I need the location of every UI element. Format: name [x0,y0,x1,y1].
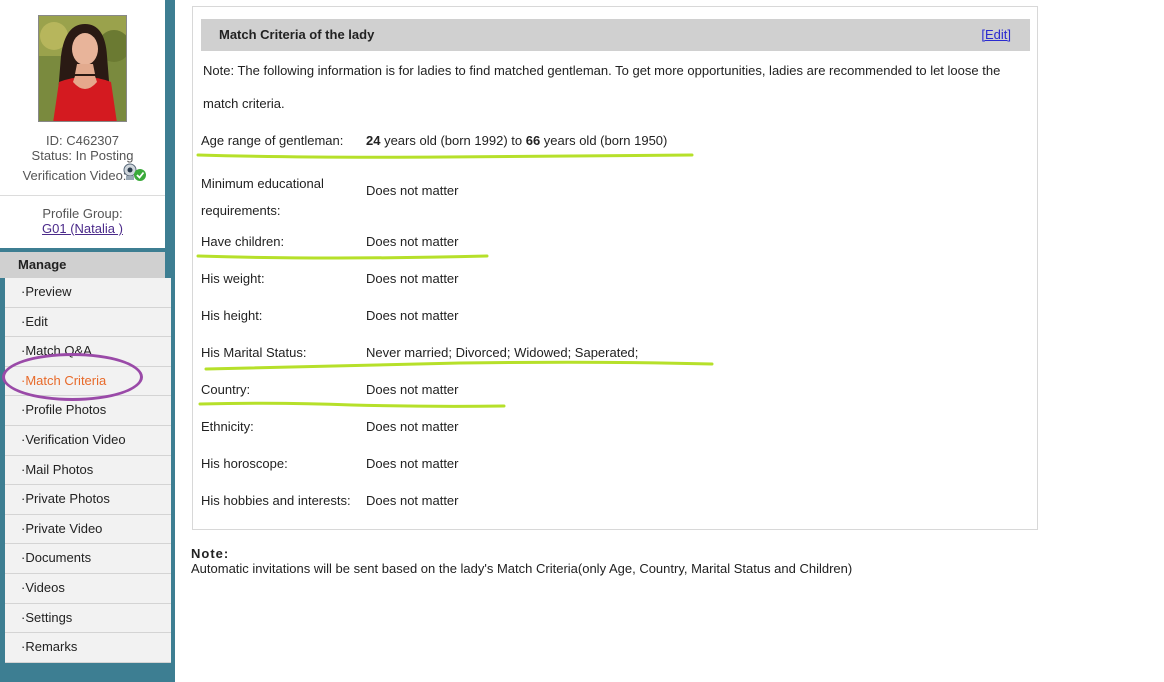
match-criteria-panel: Match Criteria of the lady [Edit] Note: … [192,6,1038,530]
edit-link[interactable]: [Edit] [981,19,1011,51]
profile-id: ID: C462307 [46,133,119,148]
children-value: Does not matter [366,234,459,249]
height-value: Does not matter [366,308,459,323]
verified-webcam-icon[interactable] [122,163,148,183]
marital-status-label: His Marital Status: [201,345,307,360]
menu-item-verification-video[interactable]: ·Verification Video [5,425,171,456]
manage-header: Manage [0,252,165,278]
menu-item-match-criteria[interactable]: ·Match Criteria [5,366,171,397]
profile-photo[interactable] [38,15,127,122]
horoscope-label: His horoscope: [201,456,288,471]
menu-item-documents[interactable]: ·Documents [5,544,171,574]
footer-note-title: Note: [191,546,230,561]
horoscope-value: Does not matter [366,456,459,471]
weight-label: His weight: [201,271,265,286]
profile-group-link[interactable]: G01 (Natalia ) [0,221,165,237]
weight-value: Does not matter [366,271,459,286]
country-value: Does not matter [366,382,459,397]
children-label: Have children: [201,234,285,249]
profile-group-label: Profile Group: [42,206,123,221]
menu-item-private-photos[interactable]: ·Private Photos [5,485,171,515]
min-age-text: years old (born 1992) to [380,133,526,148]
panel-title: Match Criteria of the lady [219,27,375,42]
age-range-value: 24 years old (born 1992) to 66 years old… [366,133,667,148]
max-age-text: years old (born 1950) [540,133,668,148]
ethnicity-value: Does not matter [366,419,459,434]
manage-menu: ·Preview ·Edit ·Match Q&A ·Match Criteri… [5,278,171,663]
height-label: His height: [201,308,263,323]
menu-item-mail-photos[interactable]: ·Mail Photos [5,455,171,486]
footer-note-text: Automatic invitations will be sent based… [191,561,853,576]
profile-status: Status: In Posting [31,148,134,163]
country-label: Country: [201,382,251,397]
profile-panel: ID: C462307 Status: In Posting Verificat… [0,0,165,248]
menu-item-match-qa[interactable]: ·Match Q&A [5,337,171,367]
menu-item-preview[interactable]: ·Preview [5,278,171,308]
criteria-note: Note: The following information is for l… [203,63,1001,111]
menu-item-profile-photos[interactable]: ·Profile Photos [5,396,171,426]
menu-item-edit[interactable]: ·Edit [5,307,171,338]
education-label: Minimum educational requirements: [201,176,324,218]
panel-header: Match Criteria of the lady [Edit] [201,19,1030,51]
max-age: 66 [525,133,541,148]
age-range-label: Age range of gentleman: [201,133,344,148]
menu-item-videos[interactable]: ·Videos [5,573,171,604]
education-value: Does not matter [366,183,459,198]
profile-divider [0,195,165,196]
hobbies-value: Does not matter [366,493,459,508]
menu-item-private-video[interactable]: ·Private Video [5,514,171,545]
marital-status-value: Never married; Divorced; Widowed; Sapera… [366,345,639,360]
min-age: 24 [366,133,381,148]
hobbies-label: His hobbies and interests: [201,493,351,508]
sidebar: ID: C462307 Status: In Posting Verificat… [0,0,175,682]
menu-item-remarks[interactable]: ·Remarks [5,633,171,663]
ethnicity-label: Ethnicity: [201,419,254,434]
menu-item-settings[interactable]: ·Settings [5,603,171,634]
